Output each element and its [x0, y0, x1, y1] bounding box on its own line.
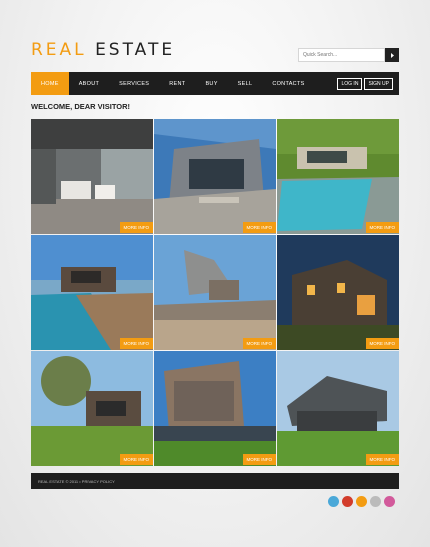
- property-tile[interactable]: MORE INFO: [277, 119, 399, 234]
- property-photo: [154, 351, 276, 466]
- search-submit-button[interactable]: [385, 48, 399, 62]
- nav-item-sell[interactable]: SELL: [228, 72, 263, 95]
- property-photo: [154, 119, 276, 234]
- arrow-right-icon: [390, 52, 394, 58]
- footer-bar: REAL ESTATE © 2011 • PRIVACY POLICY: [31, 473, 399, 489]
- property-gallery: MORE INFO MORE INFO MORE INFO MORE INFO …: [31, 119, 399, 466]
- rss-icon[interactable]: [356, 496, 367, 507]
- more-info-button[interactable]: MORE INFO: [119, 338, 153, 349]
- login-button[interactable]: LOG IN: [337, 77, 363, 90]
- nav-item-home[interactable]: HOME: [31, 72, 69, 95]
- property-tile[interactable]: MORE INFO: [154, 235, 276, 350]
- logo-word-real: REAL: [31, 40, 87, 60]
- flickr-icon[interactable]: [384, 496, 395, 507]
- property-photo: [277, 351, 399, 466]
- property-photo: [277, 235, 399, 350]
- twitter-icon[interactable]: [328, 496, 339, 507]
- more-info-button[interactable]: MORE INFO: [365, 454, 399, 465]
- nav-item-services[interactable]: SERVICES: [109, 72, 159, 95]
- more-info-button[interactable]: MORE INFO: [365, 338, 399, 349]
- property-tile[interactable]: MORE INFO: [31, 119, 153, 234]
- footer-text: REAL ESTATE © 2011 • PRIVACY POLICY: [38, 478, 115, 484]
- site-logo[interactable]: REAL ESTATE: [31, 40, 175, 60]
- more-info-button[interactable]: MORE INFO: [242, 222, 276, 233]
- logo-word-estate: ESTATE: [95, 40, 176, 60]
- youtube-icon[interactable]: [342, 496, 353, 507]
- main-nav: HOME ABOUT SERVICES RENT BUY SELL CONTAC…: [31, 72, 399, 95]
- social-links: [328, 496, 395, 507]
- nav-item-about[interactable]: ABOUT: [69, 72, 109, 95]
- search-input[interactable]: [298, 48, 385, 62]
- auth-buttons: LOG IN SIGN UP: [337, 72, 399, 95]
- more-info-button[interactable]: MORE INFO: [119, 454, 153, 465]
- property-photo: [277, 119, 399, 234]
- property-photo: [31, 119, 153, 234]
- property-tile[interactable]: MORE INFO: [277, 235, 399, 350]
- page-title: WELCOME, DEAR VISITOR!: [31, 102, 131, 111]
- signup-button[interactable]: SIGN UP: [364, 77, 393, 90]
- more-info-button[interactable]: MORE INFO: [242, 338, 276, 349]
- more-info-button[interactable]: MORE INFO: [242, 454, 276, 465]
- nav-item-contacts[interactable]: CONTACTS: [262, 72, 314, 95]
- property-photo: [154, 235, 276, 350]
- property-photo: [31, 235, 153, 350]
- nav-item-buy[interactable]: BUY: [195, 72, 227, 95]
- property-tile[interactable]: MORE INFO: [31, 235, 153, 350]
- nav-item-rent[interactable]: RENT: [159, 72, 195, 95]
- property-tile[interactable]: MORE INFO: [277, 351, 399, 466]
- property-tile[interactable]: MORE INFO: [154, 351, 276, 466]
- property-tile[interactable]: MORE INFO: [31, 351, 153, 466]
- search-form: [298, 48, 399, 62]
- more-info-button[interactable]: MORE INFO: [365, 222, 399, 233]
- delicious-icon[interactable]: [370, 496, 381, 507]
- property-tile[interactable]: MORE INFO: [154, 119, 276, 234]
- more-info-button[interactable]: MORE INFO: [119, 222, 153, 233]
- property-photo: [31, 351, 153, 466]
